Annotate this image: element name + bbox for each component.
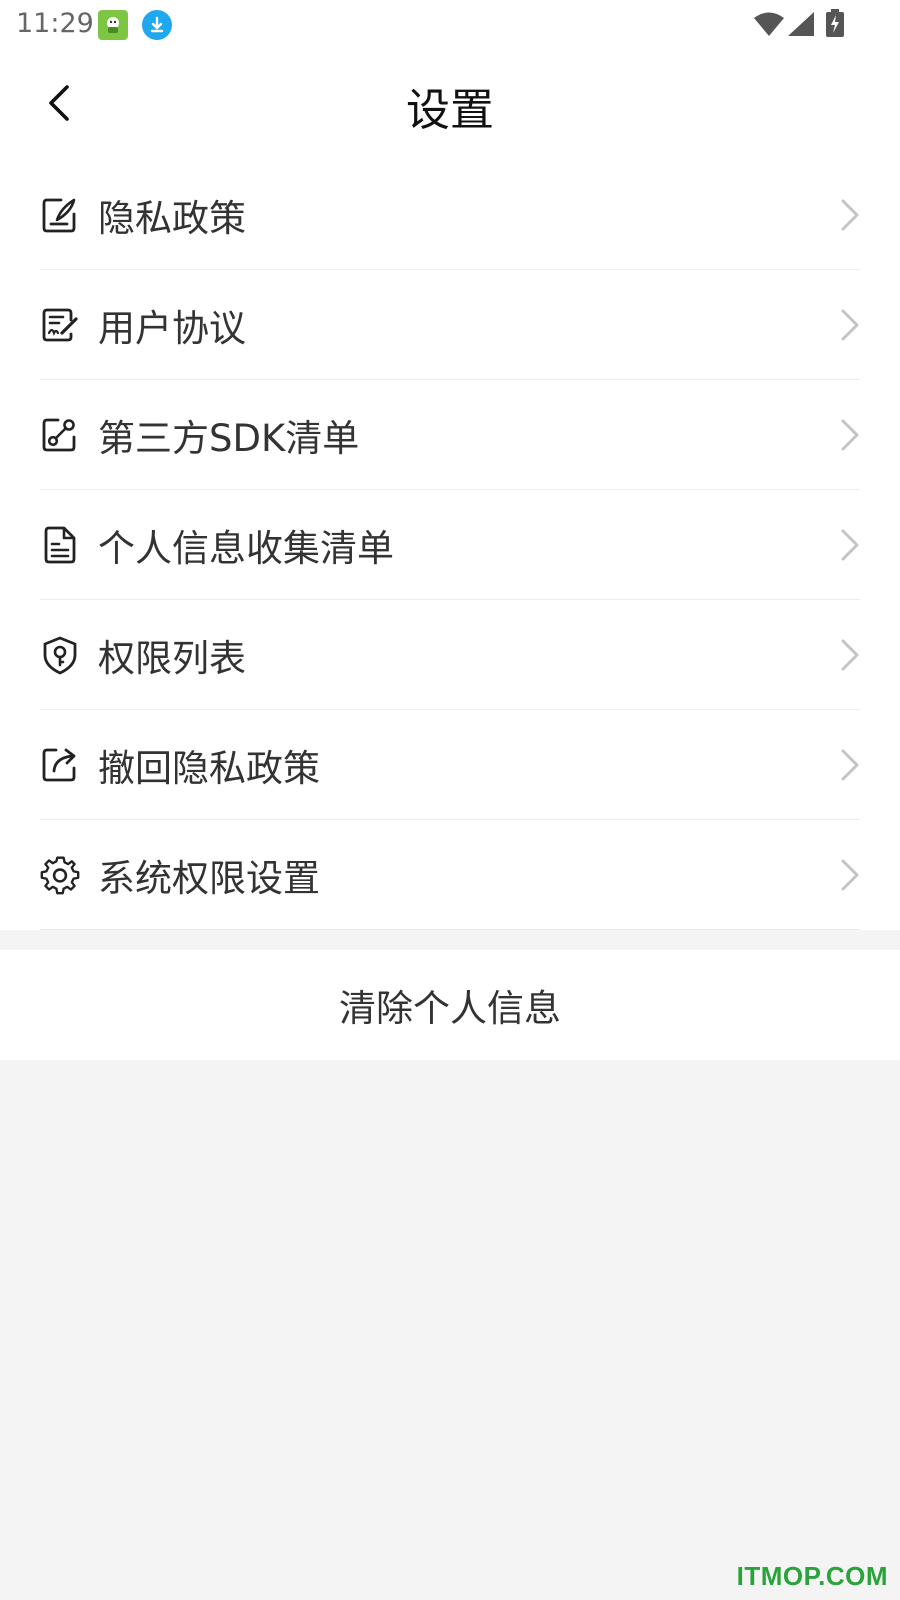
navigation-bar: 设置 xyxy=(0,48,900,160)
chevron-right-icon xyxy=(841,309,859,341)
menu-item-personal-info-list[interactable]: 个人信息收集清单 xyxy=(40,490,860,600)
chevron-right-icon xyxy=(841,859,859,891)
watermark: ITMOP.COM xyxy=(736,1561,888,1591)
menu-item-label: 用户协议 xyxy=(98,306,246,350)
clear-personal-info-label: 清除个人信息 xyxy=(339,987,561,1030)
chevron-right-icon xyxy=(841,639,859,671)
menu-item-label: 第三方SDK清单 xyxy=(98,416,360,460)
share-nodes-icon xyxy=(40,415,80,455)
page-title: 设置 xyxy=(406,85,494,136)
document-pen-icon xyxy=(40,195,80,235)
battery-charging-icon xyxy=(826,9,844,41)
top-area: 11:29 设置 隐私政策 用户协议 第三方SDK清单 个人信息收集清单 权限列… xyxy=(0,0,900,930)
menu-item-third-party-sdk[interactable]: 第三方SDK清单 xyxy=(40,380,860,490)
chevron-right-icon xyxy=(841,199,859,231)
wifi-icon xyxy=(754,12,784,40)
menu-item-system-permission-settings[interactable]: 系统权限设置 xyxy=(40,820,860,930)
status-time: 11:29 xyxy=(16,8,94,39)
chevron-right-icon xyxy=(841,749,859,781)
menu-item-revoke-privacy-policy[interactable]: 撤回隐私政策 xyxy=(40,710,860,820)
status-bar: 11:29 xyxy=(0,0,900,48)
chevron-right-icon xyxy=(841,419,859,451)
menu-item-user-agreement[interactable]: 用户协议 xyxy=(40,270,860,380)
download-icon xyxy=(142,10,172,40)
settings-menu: 隐私政策 用户协议 第三方SDK清单 个人信息收集清单 权限列表 撤回隐私政策 … xyxy=(0,160,900,930)
menu-item-label: 撤回隐私政策 xyxy=(98,746,320,790)
app-notification-icon xyxy=(98,10,128,40)
file-list-icon xyxy=(40,525,80,565)
menu-item-privacy-policy[interactable]: 隐私政策 xyxy=(40,160,860,270)
contract-icon xyxy=(40,305,80,345)
clear-personal-info-button[interactable]: 清除个人信息 xyxy=(0,950,900,1060)
chevron-right-icon xyxy=(841,529,859,561)
menu-item-label: 系统权限设置 xyxy=(98,856,320,900)
signal-icon xyxy=(788,12,814,40)
export-icon xyxy=(40,745,80,785)
gear-icon xyxy=(40,855,80,895)
menu-item-label: 个人信息收集清单 xyxy=(98,526,394,570)
menu-item-permission-list[interactable]: 权限列表 xyxy=(40,600,860,710)
menu-item-label: 权限列表 xyxy=(98,636,246,680)
shield-key-icon xyxy=(40,635,80,675)
menu-item-label: 隐私政策 xyxy=(98,196,246,240)
